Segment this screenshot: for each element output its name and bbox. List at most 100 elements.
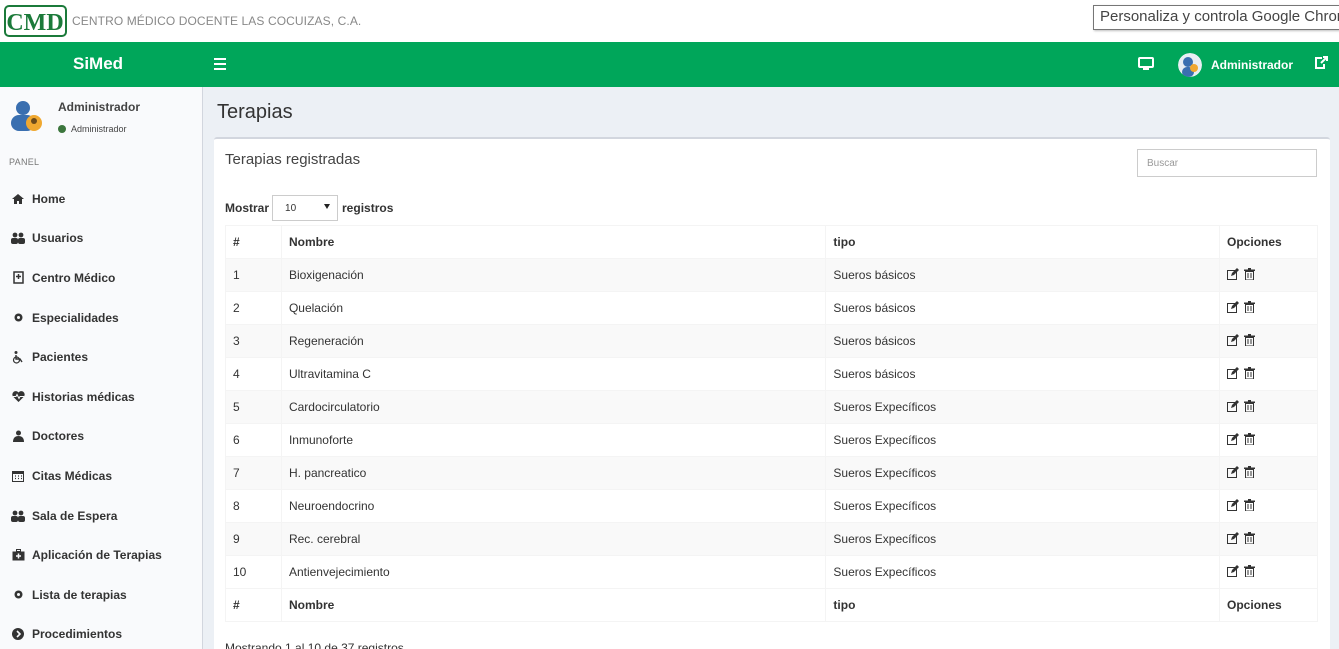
trash-icon[interactable] [1244,333,1260,349]
logout-icon[interactable] [1313,55,1329,71]
box-title: Terapias registradas [225,151,361,168]
edit-icon[interactable] [1227,498,1244,514]
sidebar-item-procedimientos[interactable]: Procedimientos [0,615,203,649]
edit-icon[interactable] [1227,399,1244,415]
row-opciones [1219,489,1318,523]
edit-icon[interactable] [1227,465,1244,481]
edit-icon[interactable] [1227,267,1244,283]
sidebar-item-sala-de-espera[interactable]: Sala de Espera [0,496,203,536]
edit-icon[interactable] [1227,300,1244,316]
edit-icon[interactable] [1227,564,1244,580]
trash-icon[interactable] [1244,564,1260,580]
trash-icon[interactable] [1244,267,1260,283]
sidebar-item-label: Citas Médicas [32,468,113,483]
cog-icon [11,311,25,325]
row-opciones [1219,324,1318,358]
hamburger-menu-icon[interactable] [214,53,230,73]
heartbeat-icon [11,390,25,404]
trash-icon[interactable] [1244,531,1260,547]
trash-icon[interactable] [1244,366,1260,382]
row-number: 8 [225,489,282,523]
page-length-value: 10 [285,203,297,214]
sidebar-item-centro-medico[interactable]: Centro Médico [0,258,203,298]
table-row: 5 Cardocirculatorio Sueros Expecíficos [225,390,1318,424]
users-icon [11,231,25,245]
sidebar-user-role: Administrador [71,124,127,134]
wheelchair-icon [11,350,25,364]
column-header-number[interactable]: # [225,225,282,259]
table-row: 9 Rec. cerebral Sueros Expecíficos [225,522,1318,556]
row-tipo: Sueros Expecíficos [825,522,1221,556]
table-footer-row: # Nombre tipo Opciones [225,588,1318,622]
sidebar-item-lista-de-terapias[interactable]: Lista de terapias [0,575,203,615]
row-tipo: Sueros Expecíficos [825,555,1221,589]
users-icon [11,509,25,523]
table-row: 4 Ultravitamina C Sueros básicos [225,357,1318,391]
column-header-nombre[interactable]: Nombre [280,225,827,259]
length-prefix: Mostrar [225,201,270,215]
edit-icon[interactable] [1227,366,1244,382]
trash-icon[interactable] [1244,300,1260,316]
hospital-icon [11,271,25,285]
sidebar-item-doctores[interactable]: Doctores [0,417,203,457]
row-tipo: Sueros básicos [825,324,1221,358]
table-row: 2 Quelación Sueros básicos [225,291,1318,325]
app-title[interactable]: SiMed [73,54,123,74]
row-opciones [1219,456,1318,490]
sidebar-item-label: Historias médicas [32,389,135,404]
trash-icon[interactable] [1244,399,1260,415]
sidebar-item-label: Home [32,191,66,206]
row-nombre: Regeneración [280,324,827,358]
monitor-icon[interactable] [1138,56,1154,72]
column-footer-nombre: Nombre [280,588,827,622]
table-info: Mostrando 1 al 10 de 37 registros [225,641,404,649]
sidebar-item-citas-medicas[interactable]: Citas Médicas [0,456,203,496]
row-nombre: Cardocirculatorio [280,390,827,424]
user-menu[interactable]: Administrador [1178,52,1293,78]
column-footer-tipo: tipo [825,588,1221,622]
column-footer-opciones: Opciones [1219,588,1318,622]
caret-down-icon [324,204,331,209]
trash-icon[interactable] [1244,465,1260,481]
sidebar-item-aplicacion-de-terapias[interactable]: Aplicación de Terapias [0,535,203,575]
sidebar-item-label: Pacientes [32,350,89,365]
sidebar-menu: Home Usuarios Centro Médico Especialidad… [0,179,203,649]
row-opciones [1219,291,1318,325]
sidebar-item-usuarios[interactable]: Usuarios [0,219,203,259]
trash-icon[interactable] [1244,498,1260,514]
row-number: 2 [225,291,282,325]
edit-icon[interactable] [1227,432,1244,448]
trash-icon[interactable] [1244,432,1260,448]
table-row: 1 Bioxigenación Sueros básicos [225,258,1318,292]
medkit-icon [11,548,25,562]
row-opciones [1219,555,1318,589]
sidebar-item-especialidades[interactable]: Especialidades [0,298,203,338]
row-number: 3 [225,324,282,358]
row-nombre: Rec. cerebral [280,522,827,556]
therapies-table: # Nombre tipo Opciones 1 Bioxigenación Sue… [225,225,1318,622]
sidebar-item-pacientes[interactable]: Pacientes [0,337,203,377]
column-footer-number: # [225,588,282,622]
table-row: 3 Regeneración Sueros básicos [225,324,1318,358]
sidebar-item-label: Centro Médico [32,270,116,285]
row-nombre: Inmunoforte [280,423,827,457]
table-row: 7 H. pancreatico Sueros Expecíficos [225,456,1318,490]
column-header-tipo[interactable]: tipo [825,225,1221,259]
sidebar-item-home[interactable]: Home [0,179,203,219]
row-nombre: Antienvejecimiento [280,555,827,589]
search-input[interactable] [1137,149,1317,177]
header-user-name: Administrador [1211,58,1294,72]
edit-icon[interactable] [1227,333,1244,349]
sidebar-item-historias-medicas[interactable]: Historias médicas [0,377,203,417]
row-number: 10 [225,555,282,589]
arrow-circle-icon [11,627,25,641]
row-nombre: Quelación [280,291,827,325]
calendar-icon [11,469,25,483]
page-length-select[interactable]: 10 [272,195,339,221]
row-nombre: Bioxigenación [280,258,827,292]
table-header-row: # Nombre tipo Opciones [225,225,1318,259]
user-avatar-icon [11,101,42,131]
cmd-logo: CMD [4,5,67,37]
sidebar-item-label: Lista de terapias [32,587,127,602]
edit-icon[interactable] [1227,531,1244,547]
